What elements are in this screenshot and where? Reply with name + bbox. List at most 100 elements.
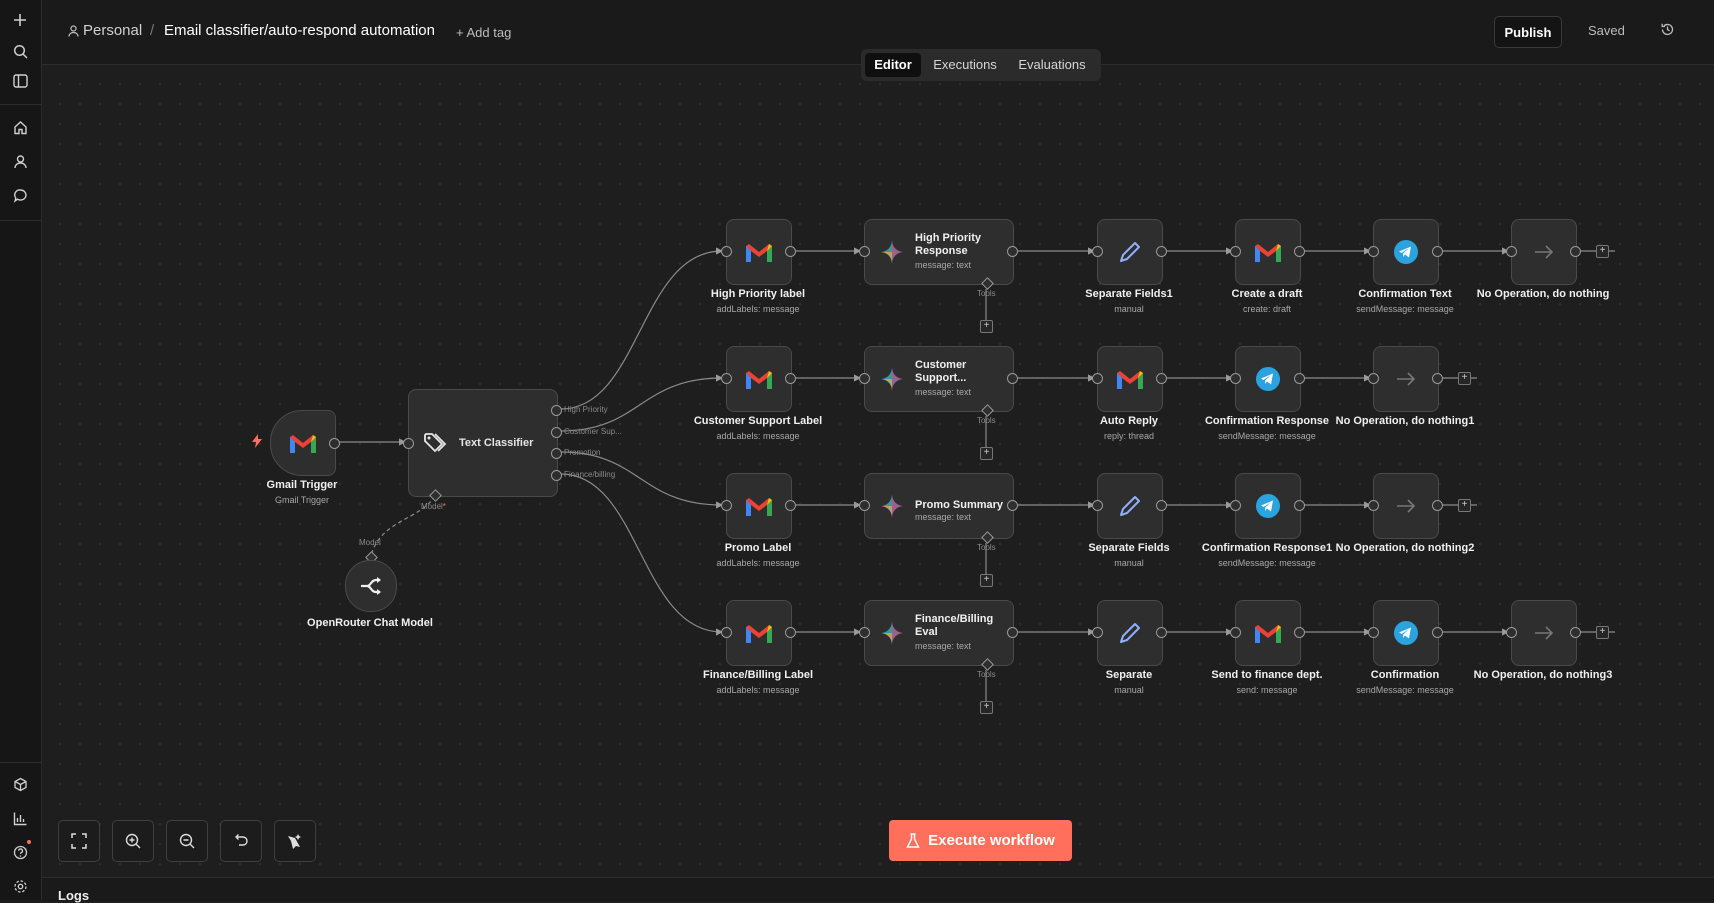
add-node-button[interactable]: + xyxy=(1596,245,1609,258)
input-port[interactable] xyxy=(1368,500,1379,511)
input-port[interactable] xyxy=(1368,246,1379,257)
input-port[interactable] xyxy=(1368,373,1379,384)
telegram-node[interactable] xyxy=(1235,473,1301,539)
templates-icon[interactable] xyxy=(8,772,32,796)
output-port[interactable] xyxy=(1007,246,1018,257)
gmail-node[interactable] xyxy=(1097,346,1163,412)
input-port[interactable] xyxy=(721,373,732,384)
output-port[interactable] xyxy=(785,500,796,511)
plus-icon[interactable] xyxy=(8,8,32,32)
pencil-node[interactable] xyxy=(1097,219,1163,285)
output-port[interactable] xyxy=(1570,246,1581,257)
output-port[interactable] xyxy=(1156,246,1167,257)
tab-editor[interactable]: Editor xyxy=(865,53,921,77)
output-port[interactable] xyxy=(785,246,796,257)
add-tool-button[interactable]: + xyxy=(980,574,993,587)
input-port[interactable] xyxy=(1230,500,1241,511)
output-port[interactable] xyxy=(785,627,796,638)
tab-executions[interactable]: Executions xyxy=(925,53,1005,77)
pencil-node[interactable] xyxy=(1097,473,1163,539)
fit-view-button[interactable] xyxy=(58,820,100,862)
output-port[interactable] xyxy=(1156,627,1167,638)
insights-icon[interactable] xyxy=(8,806,32,830)
input-port[interactable] xyxy=(859,500,870,511)
help-icon[interactable] xyxy=(8,840,32,864)
input-port[interactable] xyxy=(859,627,870,638)
output-port[interactable] xyxy=(1007,373,1018,384)
output-port[interactable] xyxy=(329,438,340,449)
telegram-node[interactable] xyxy=(1373,600,1439,666)
input-port[interactable] xyxy=(859,373,870,384)
zoom-out-button[interactable] xyxy=(166,820,208,862)
output-port[interactable] xyxy=(785,373,796,384)
output-port[interactable] xyxy=(1432,373,1443,384)
execute-workflow-button[interactable]: Execute workflow xyxy=(889,820,1072,861)
output-port-promotion[interactable] xyxy=(551,448,562,459)
reset-zoom-button[interactable] xyxy=(220,820,262,862)
input-port[interactable] xyxy=(1368,627,1379,638)
output-port[interactable] xyxy=(1294,500,1305,511)
add-node-button[interactable]: + xyxy=(1458,372,1471,385)
telegram-node[interactable] xyxy=(1373,219,1439,285)
add-node-button[interactable]: + xyxy=(1458,499,1471,512)
tidy-up-button[interactable] xyxy=(274,820,316,862)
output-port[interactable] xyxy=(1007,500,1018,511)
chat-icon[interactable] xyxy=(8,183,32,207)
output-port-high-priority[interactable] xyxy=(551,405,562,416)
input-port[interactable] xyxy=(1092,246,1103,257)
gmail-trigger-node[interactable] xyxy=(270,410,336,476)
output-port-customer-support[interactable] xyxy=(551,427,562,438)
search-icon[interactable] xyxy=(8,39,32,63)
input-port[interactable] xyxy=(1230,627,1241,638)
gmail-node[interactable] xyxy=(726,473,792,539)
output-port[interactable] xyxy=(1432,246,1443,257)
gmail-node[interactable] xyxy=(726,346,792,412)
output-port[interactable] xyxy=(1432,500,1443,511)
zoom-in-button[interactable] xyxy=(112,820,154,862)
logs-panel[interactable]: Logs xyxy=(42,877,1714,903)
gmail-node[interactable] xyxy=(726,600,792,666)
add-tool-button[interactable]: + xyxy=(980,320,993,333)
input-port[interactable] xyxy=(1506,246,1517,257)
no-operation-node[interactable] xyxy=(1373,473,1439,539)
input-port[interactable] xyxy=(1092,373,1103,384)
input-port[interactable] xyxy=(1092,627,1103,638)
input-port[interactable] xyxy=(403,438,414,449)
input-port[interactable] xyxy=(859,246,870,257)
telegram-node[interactable] xyxy=(1235,346,1301,412)
openrouter-chat-model-node[interactable] xyxy=(345,560,397,612)
output-port[interactable] xyxy=(1432,627,1443,638)
add-tool-button[interactable]: + xyxy=(980,701,993,714)
text-classifier-node[interactable]: Text Classifier xyxy=(408,389,558,497)
settings-icon[interactable] xyxy=(8,874,32,898)
input-port[interactable] xyxy=(1230,246,1241,257)
input-port[interactable] xyxy=(1506,627,1517,638)
gmail-node[interactable] xyxy=(1235,600,1301,666)
gmail-node[interactable] xyxy=(1235,219,1301,285)
add-tool-button[interactable]: + xyxy=(980,447,993,460)
output-port[interactable] xyxy=(1570,627,1581,638)
gmail-node[interactable] xyxy=(726,219,792,285)
add-node-button[interactable]: + xyxy=(1596,626,1609,639)
output-port[interactable] xyxy=(1007,627,1018,638)
tab-evaluations[interactable]: Evaluations xyxy=(1007,53,1097,77)
input-port[interactable] xyxy=(721,246,732,257)
output-port[interactable] xyxy=(1294,627,1305,638)
output-port-finance-billing[interactable] xyxy=(551,470,562,481)
output-port[interactable] xyxy=(1156,373,1167,384)
input-port[interactable] xyxy=(721,627,732,638)
input-port[interactable] xyxy=(1092,500,1103,511)
add-tag-link[interactable]: + Add tag xyxy=(456,25,511,40)
no-operation-node[interactable] xyxy=(1511,219,1577,285)
history-icon[interactable] xyxy=(1660,22,1675,42)
input-port[interactable] xyxy=(721,500,732,511)
workflow-name[interactable]: Email classifier/auto-respond automation xyxy=(164,22,435,39)
pencil-node[interactable] xyxy=(1097,600,1163,666)
output-port[interactable] xyxy=(1156,500,1167,511)
output-port[interactable] xyxy=(1294,246,1305,257)
user-icon[interactable] xyxy=(8,149,32,173)
input-port[interactable] xyxy=(1230,373,1241,384)
home-icon[interactable] xyxy=(8,115,32,139)
output-port[interactable] xyxy=(1294,373,1305,384)
panel-icon[interactable] xyxy=(8,69,32,93)
